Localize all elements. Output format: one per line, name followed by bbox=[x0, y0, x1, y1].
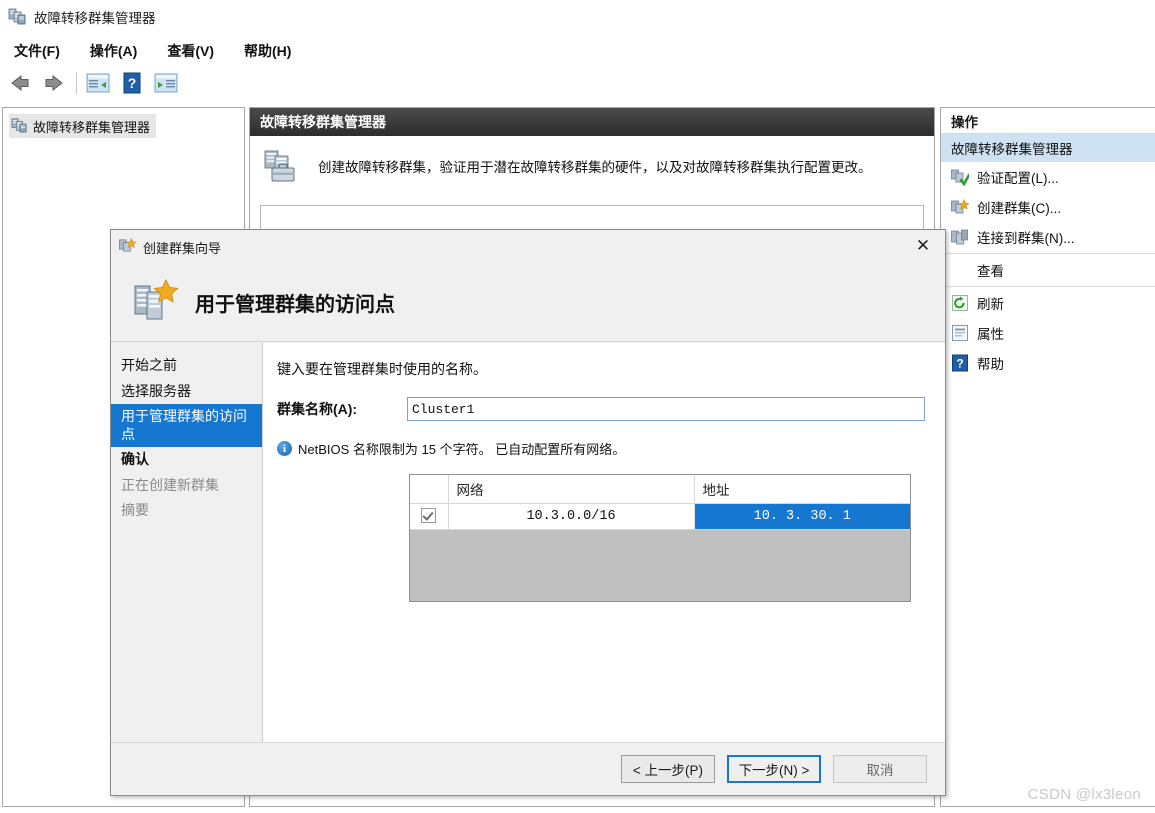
table-row[interactable]: 10.3.0.0/16 10. 3. 30. 1 bbox=[410, 503, 910, 530]
actions-separator bbox=[941, 253, 1155, 254]
menu-file[interactable]: 文件(F) bbox=[12, 39, 62, 63]
wizard-banner: 用于管理群集的访问点 bbox=[111, 264, 945, 342]
svg-text:?: ? bbox=[128, 75, 137, 91]
table-header-row: 网络 地址 bbox=[410, 475, 910, 504]
wizard-footer: < 上一步(P) 下一步(N) > 取消 bbox=[111, 742, 945, 795]
cluster-name-input[interactable] bbox=[407, 397, 925, 421]
blank-icon bbox=[951, 261, 969, 279]
refresh-icon bbox=[951, 294, 969, 312]
action-create-cluster[interactable]: 创建群集(C)... bbox=[941, 192, 1155, 222]
network-table: 网络 地址 10.3.0.0/16 10. 3. 30. 1 bbox=[410, 475, 910, 530]
action-properties[interactable]: 属性 bbox=[941, 318, 1155, 348]
action-help[interactable]: ? 帮助 bbox=[941, 348, 1155, 378]
actions-context-title: 故障转移群集管理器 bbox=[941, 134, 1155, 162]
failover-cluster-manager-window: 故障转移群集管理器 文件(F) 操作(A) 查看(V) 帮助(H) ? 故障转移… bbox=[0, 0, 1155, 813]
network-table-container: 网络 地址 10.3.0.0/16 10. 3. 30. 1 bbox=[409, 474, 911, 602]
wizard-main-content: 键入要在管理群集时使用的名称。 群集名称(A): i NetBIOS 名称限制为… bbox=[263, 343, 945, 757]
center-description-text: 创建故障转移群集，验证用于潜在故障转移群集的硬件，以及对故障转移群集执行配置更改… bbox=[318, 160, 872, 176]
info-icon: i bbox=[277, 441, 292, 456]
action-label: 查看 bbox=[977, 264, 1004, 279]
action-label: 刷新 bbox=[977, 297, 1004, 312]
action-view[interactable]: 查看 bbox=[941, 255, 1155, 285]
center-pane-description: 创建故障转移群集，验证用于潜在故障转移群集的硬件，以及对故障转移群集执行配置更改… bbox=[250, 136, 934, 199]
cluster-toolbox-icon bbox=[264, 150, 304, 187]
help-icon: ? bbox=[951, 354, 969, 372]
close-icon[interactable]: ✕ bbox=[901, 230, 945, 262]
window-title: 故障转移群集管理器 bbox=[34, 11, 156, 26]
network-checkbox[interactable] bbox=[421, 508, 437, 524]
window-titlebar: 故障转移群集管理器 bbox=[0, 0, 1155, 34]
svg-text:?: ? bbox=[956, 357, 963, 371]
action-label: 创建群集(C)... bbox=[977, 201, 1061, 216]
center-pane-header: 故障转移群集管理器 bbox=[250, 108, 934, 136]
cluster-name-label: 群集名称(A): bbox=[277, 401, 358, 417]
tree-item-failover-cluster-manager[interactable]: 故障转移群集管理器 bbox=[9, 114, 157, 138]
validate-config-icon bbox=[951, 168, 971, 187]
row-address-cell[interactable]: 10. 3. 30. 1 bbox=[694, 503, 910, 530]
wizard-prompt-text: 键入要在管理群集时使用的名称。 bbox=[277, 361, 487, 377]
action-label: 帮助 bbox=[977, 357, 1004, 372]
row-checkbox-cell[interactable] bbox=[410, 503, 449, 530]
cluster-name-row: 群集名称(A): bbox=[277, 397, 925, 421]
column-header-network: 网络 bbox=[448, 475, 695, 504]
wizard-titlebar: 创建群集向导 ✕ bbox=[111, 230, 945, 264]
wizard-body: 开始之前 选择服务器 用于管理群集的访问点 确认 正在创建新群集 摘要 键入要在… bbox=[111, 343, 945, 757]
wizard-step-summary: 摘要 bbox=[121, 502, 149, 518]
next-button[interactable]: 下一步(N) > bbox=[727, 755, 821, 783]
previous-button[interactable]: < 上一步(P) bbox=[621, 755, 715, 783]
create-cluster-icon bbox=[119, 237, 137, 257]
wizard-step-access-point[interactable]: 用于管理群集的访问点 bbox=[111, 404, 262, 447]
center-header-title: 故障转移群集管理器 bbox=[260, 114, 386, 130]
action-refresh[interactable]: 刷新 bbox=[941, 288, 1155, 318]
wizard-step-confirmation[interactable]: 确认 bbox=[111, 447, 262, 473]
connect-cluster-icon bbox=[951, 228, 969, 246]
column-header-check bbox=[410, 475, 449, 504]
cluster-icon bbox=[8, 7, 26, 28]
cluster-icon bbox=[11, 117, 27, 136]
action-connect-cluster[interactable]: 连接到群集(N)... bbox=[941, 222, 1155, 252]
actions-pane: 操作 故障转移群集管理器 验证配置(L)... 创建群集(C)... 连接到群集… bbox=[940, 107, 1155, 807]
tree-item-label: 故障转移群集管理器 bbox=[33, 119, 151, 135]
create-cluster-icon bbox=[951, 198, 970, 216]
back-arrow-icon[interactable] bbox=[8, 72, 34, 94]
properties-icon bbox=[951, 324, 969, 342]
cluster-star-icon bbox=[133, 278, 179, 327]
action-label: 验证配置(L)... bbox=[977, 171, 1059, 186]
menu-view[interactable]: 查看(V) bbox=[165, 39, 216, 63]
show-hide-tree-icon[interactable] bbox=[85, 71, 111, 95]
netbios-note-row: i NetBIOS 名称限制为 15 个字符。 已自动配置所有网络。 bbox=[277, 439, 925, 458]
menu-help[interactable]: 帮助(H) bbox=[242, 39, 293, 63]
column-header-address: 地址 bbox=[694, 475, 910, 504]
actions-pane-header: 操作 bbox=[941, 108, 1155, 134]
create-cluster-wizard-dialog: 创建群集向导 ✕ 用于管理群集的访问点 开始之前 选择服务器 用于管理群集的访问… bbox=[110, 229, 946, 796]
netbios-note-text: NetBIOS 名称限制为 15 个字符。 已自动配置所有网络。 bbox=[298, 442, 626, 457]
wizard-title: 创建群集向导 bbox=[143, 240, 222, 256]
wizard-step-nav: 开始之前 选择服务器 用于管理群集的访问点 确认 正在创建新群集 摘要 bbox=[111, 343, 263, 757]
row-network-cell: 10.3.0.0/16 bbox=[448, 503, 695, 530]
forward-arrow-icon[interactable] bbox=[40, 72, 66, 94]
action-validate-config[interactable]: 验证配置(L)... bbox=[941, 162, 1155, 192]
show-hide-action-pane-icon[interactable] bbox=[153, 71, 179, 95]
menu-action[interactable]: 操作(A) bbox=[88, 39, 139, 63]
watermark: CSDN @lx3leon bbox=[1027, 786, 1141, 803]
wizard-banner-title: 用于管理群集的访问点 bbox=[195, 294, 395, 316]
actions-separator bbox=[941, 286, 1155, 287]
toolbar-separator bbox=[76, 72, 77, 94]
cancel-button[interactable]: 取消 bbox=[833, 755, 927, 783]
action-label: 属性 bbox=[977, 327, 1004, 342]
toolbar: ? bbox=[0, 66, 1155, 100]
action-label: 连接到群集(N)... bbox=[977, 231, 1075, 246]
help-icon[interactable]: ? bbox=[119, 71, 145, 95]
wizard-step-creating-cluster: 正在创建新群集 bbox=[121, 476, 219, 493]
menubar: 文件(F) 操作(A) 查看(V) 帮助(H) bbox=[0, 36, 1155, 66]
wizard-step-before-you-begin[interactable]: 开始之前 bbox=[111, 353, 262, 379]
wizard-step-select-servers[interactable]: 选择服务器 bbox=[111, 379, 262, 405]
